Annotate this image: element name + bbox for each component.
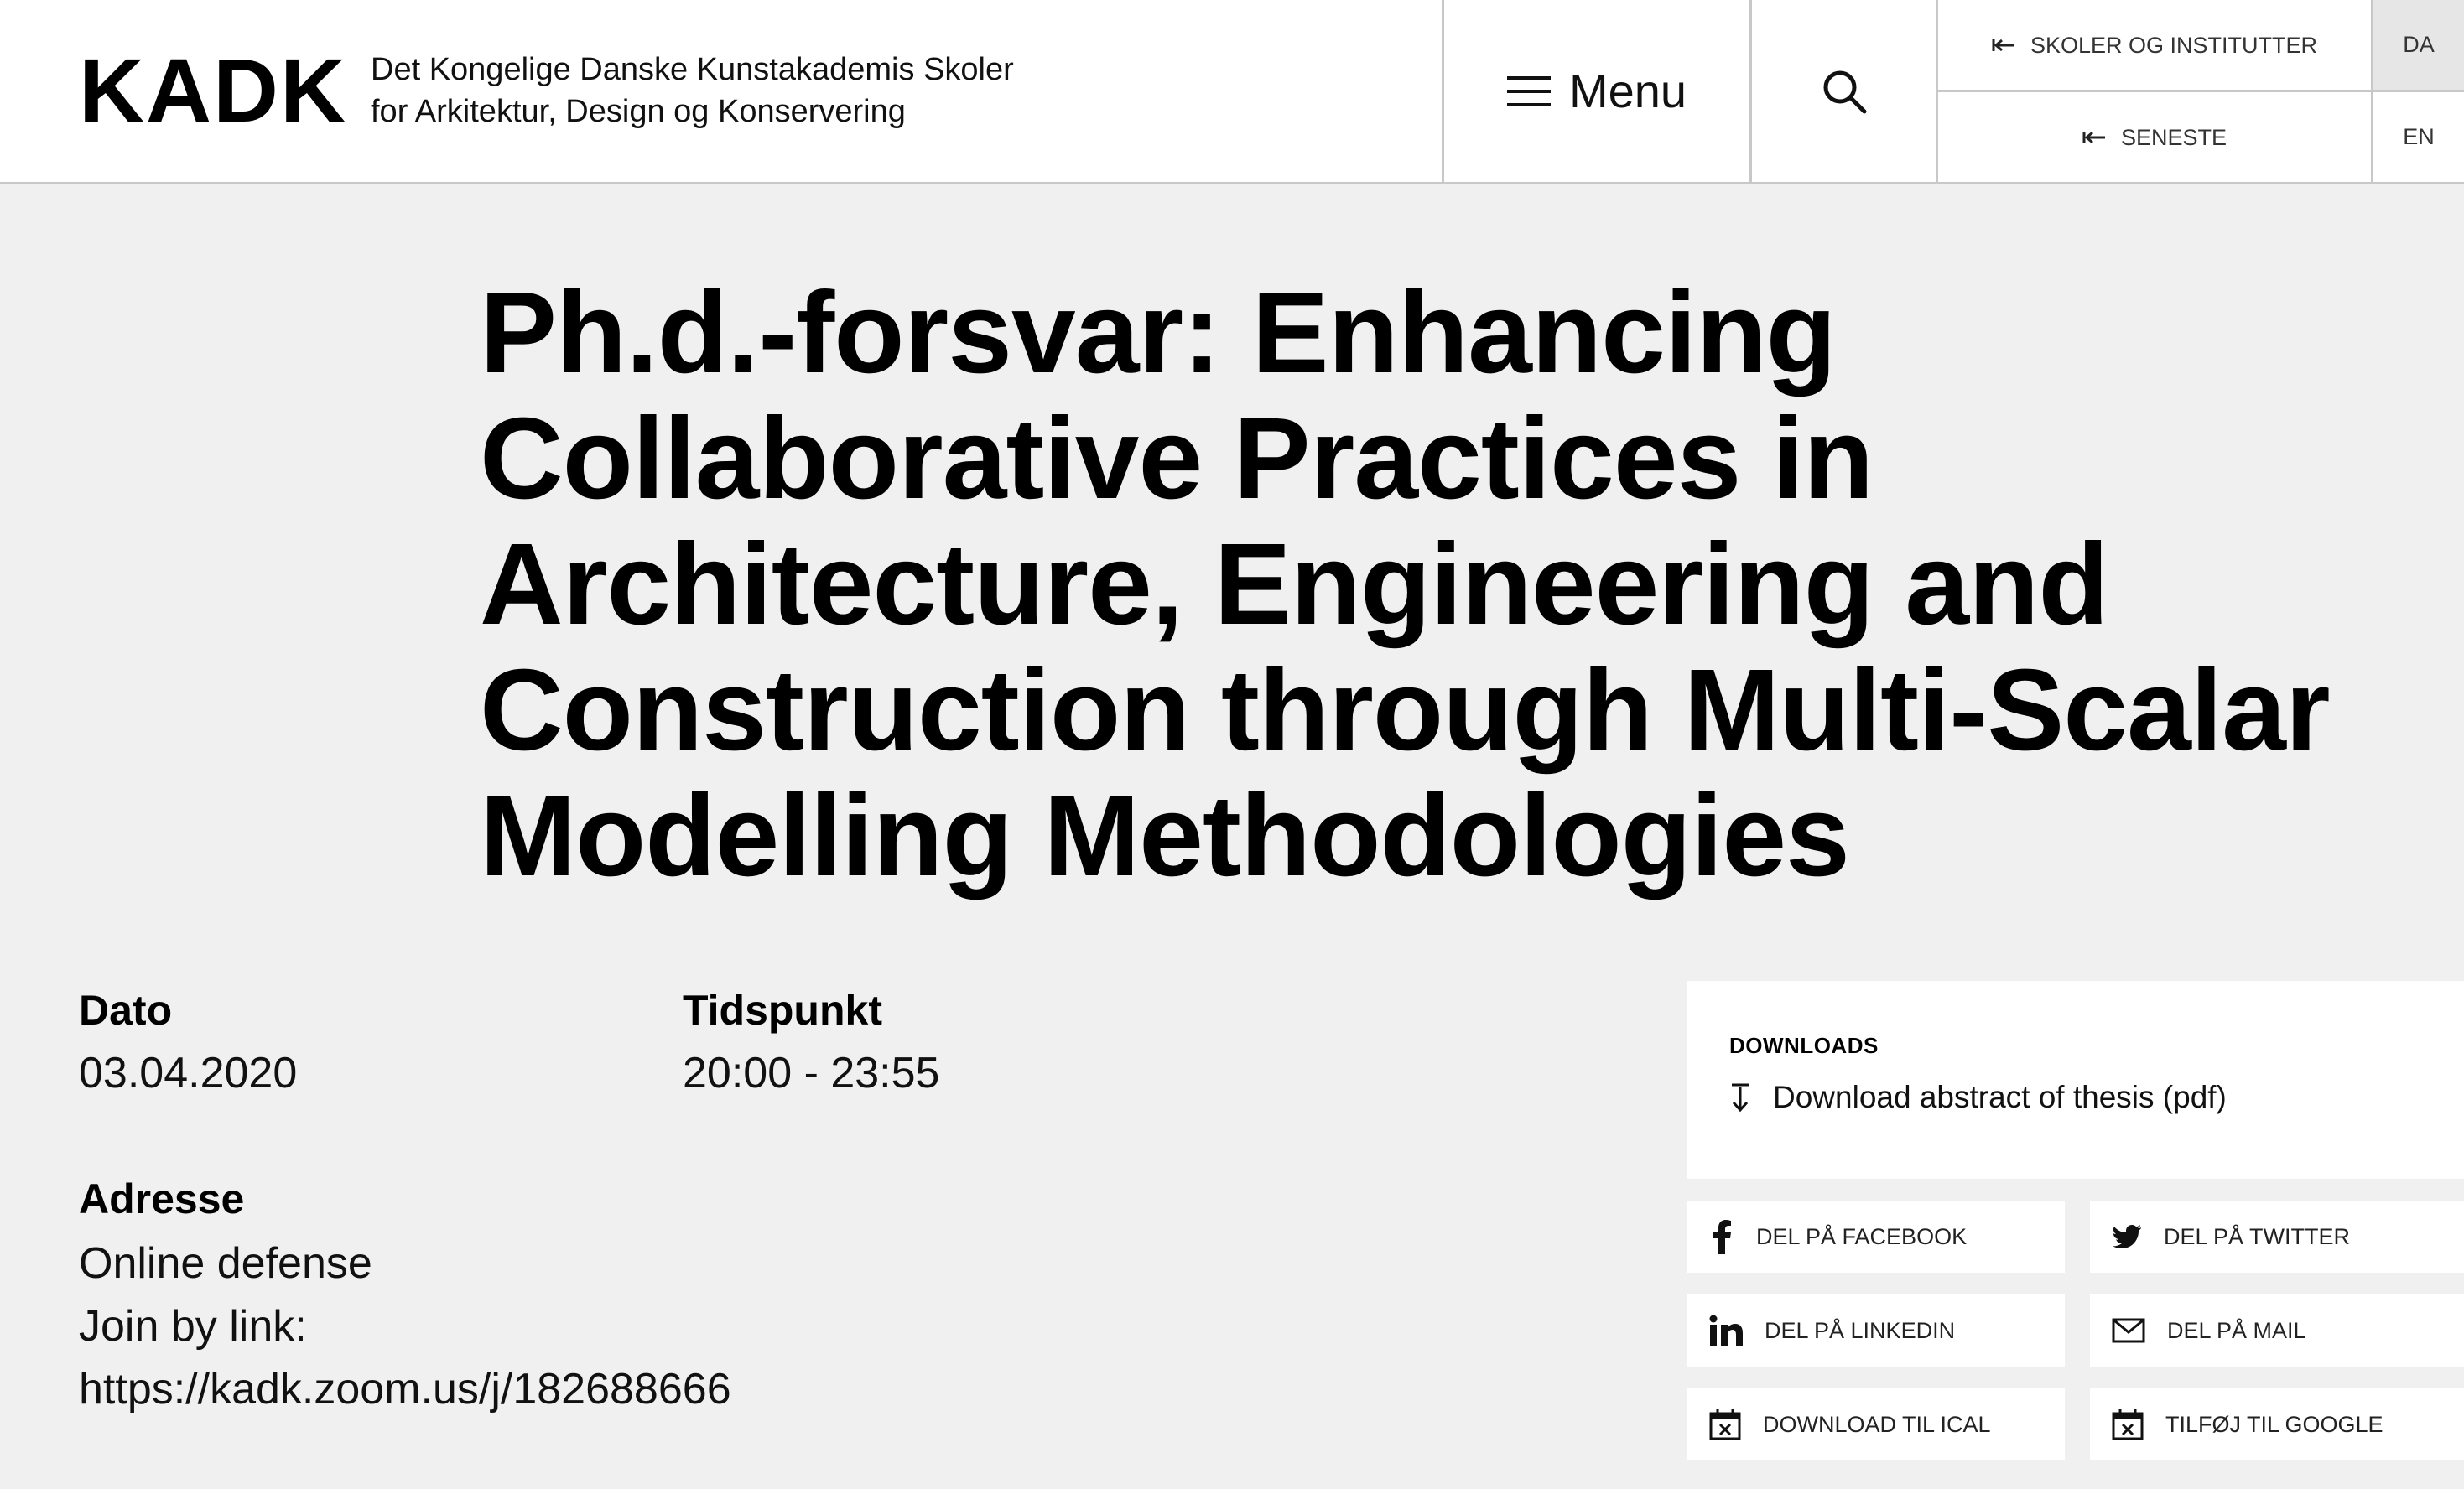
institution-name: Det Kongelige Danske Kunstakademis Skole… xyxy=(371,49,1014,132)
address-label: Adresse xyxy=(79,1175,245,1222)
search-button[interactable] xyxy=(1752,0,1936,182)
download-ical-label: DOWNLOAD TIL ICAL xyxy=(1763,1411,1991,1437)
date-label: Dato xyxy=(79,987,173,1034)
download-arrow-icon xyxy=(1729,1082,1751,1113)
share-linkedin-button[interactable]: DEL PÅ LINKEDIN xyxy=(1687,1294,2065,1367)
arrow-left-bar-icon xyxy=(1992,37,2015,54)
time-value: 20:00 - 23:55 xyxy=(683,1049,940,1097)
search-icon xyxy=(1821,68,1868,115)
twitter-icon xyxy=(2112,1224,2142,1249)
download-abstract-label: Download abstract of thesis (pdf) xyxy=(1773,1080,2227,1114)
arrow-left-bar-icon xyxy=(2082,129,2106,146)
share-facebook-label: DEL PÅ FACEBOOK xyxy=(1756,1223,1968,1249)
institution-name-line-1: Det Kongelige Danske Kunstakademis Skole… xyxy=(371,52,1014,87)
download-ical-button[interactable]: DOWNLOAD TIL ICAL xyxy=(1687,1388,2065,1460)
schools-institutes-label: SKOLER OG INSTITUTTER xyxy=(2030,32,2318,58)
download-abstract-link[interactable]: Download abstract of thesis (pdf) xyxy=(1729,1080,2227,1115)
menu-label: Menu xyxy=(1568,64,1687,117)
language-da[interactable]: DA xyxy=(2373,0,2464,90)
address-line: Join by link: xyxy=(79,1302,307,1351)
site-logo[interactable]: KADK xyxy=(79,40,347,141)
institution-name-line-2: for Arkitektur, Design og Konservering xyxy=(371,94,906,129)
language-en[interactable]: EN xyxy=(2373,92,2464,182)
page-title: Ph.d.-forsvar: Enhancing Collaborative P… xyxy=(480,268,2331,900)
latest-label: SENESTE xyxy=(2120,124,2227,150)
share-linkedin-label: DEL PÅ LINKEDIN xyxy=(1765,1317,1956,1343)
schools-institutes-link[interactable]: SKOLER OG INSTITUTTER xyxy=(1938,0,2371,91)
hamburger-icon xyxy=(1506,75,1551,108)
linkedin-icon xyxy=(1709,1315,1743,1346)
calendar-icon xyxy=(1709,1409,1741,1440)
add-to-google-label: TILFØJ TIL GOOGLE xyxy=(2165,1411,2383,1437)
add-to-google-button[interactable]: TILFØJ TIL GOOGLE xyxy=(2090,1388,2464,1460)
share-twitter-label: DEL PÅ TWITTER xyxy=(2164,1223,2351,1249)
meeting-link[interactable]: https://kadk.zoom.us/j/182688666 xyxy=(79,1358,731,1421)
site-header: KADK Det Kongelige Danske Kunstakademis … xyxy=(0,0,2464,184)
time-label: Tidspunkt xyxy=(683,987,882,1034)
share-mail-label: DEL PÅ MAIL xyxy=(2167,1317,2306,1343)
address-line: Online defense xyxy=(79,1239,372,1288)
date-value: 03.04.2020 xyxy=(79,1049,298,1097)
menu-button[interactable]: Menu xyxy=(1444,0,1749,182)
calendar-icon xyxy=(2112,1409,2144,1440)
mail-icon xyxy=(2112,1318,2145,1343)
facebook-icon xyxy=(1709,1219,1734,1254)
share-twitter-button[interactable]: DEL PÅ TWITTER xyxy=(2090,1201,2464,1273)
share-mail-button[interactable]: DEL PÅ MAIL xyxy=(2090,1294,2464,1367)
downloads-panel: DOWNLOADS Download abstract of thesis (p… xyxy=(1687,981,2464,1179)
downloads-heading: DOWNLOADS xyxy=(1729,1033,1879,1058)
latest-link[interactable]: SENESTE xyxy=(1938,92,2371,183)
share-facebook-button[interactable]: DEL PÅ FACEBOOK xyxy=(1687,1201,2065,1273)
